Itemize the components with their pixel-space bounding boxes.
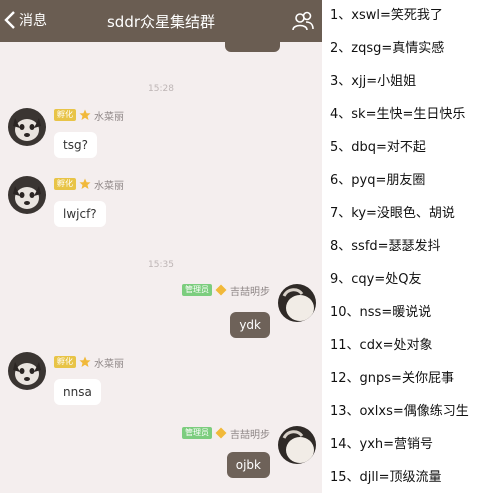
rank-badge: 孵化	[54, 109, 76, 121]
list-item: 1、xswl=笑死我了	[330, 8, 443, 23]
list-item: 5、dbq=对不起	[330, 140, 426, 155]
sender-name: 水菜丽	[94, 111, 124, 123]
star-icon	[79, 356, 91, 367]
list-item: 11、cdx=处对象	[330, 338, 433, 353]
sender-meta: 管理员 吉喆明步	[182, 283, 270, 298]
chat-title: sddr众星集结群	[106, 13, 216, 31]
list-item: 14、yxh=营销号	[330, 437, 434, 452]
sender-name: 水菜丽	[94, 180, 124, 192]
sender-meta: 孵化 水菜丽	[54, 108, 124, 123]
list-item: 6、pyq=朋友圈	[330, 173, 426, 188]
message-bubble[interactable]: ydk	[230, 312, 270, 338]
sender-name: 水菜丽	[94, 358, 124, 370]
avatar-dog[interactable]	[8, 176, 46, 214]
avatar-user[interactable]	[278, 426, 316, 464]
sender-meta: 管理员 吉喆明步	[182, 426, 270, 441]
sender-name: 吉喆明步	[230, 429, 270, 441]
list-item: 9、cqy=处Q友	[330, 272, 422, 287]
message-bubble[interactable]: lwjcf?	[54, 201, 106, 227]
list-item: 4、sk=生快=生日快乐	[330, 107, 466, 122]
star-icon	[79, 109, 91, 120]
sender-meta: 孵化 水菜丽	[54, 177, 124, 192]
diamond-icon	[215, 427, 227, 439]
sender-meta: 孵化 水菜丽	[54, 355, 124, 370]
rank-badge: 孵化	[54, 356, 76, 368]
timestamp: 15:28	[148, 84, 174, 94]
list-item: 15、djll=顶级流量	[330, 470, 442, 485]
message-bubble[interactable]: nnsa	[54, 379, 101, 405]
diamond-icon	[215, 284, 227, 296]
list-item: 3、xjj=小姐姐	[330, 74, 417, 89]
rank-badge: 孵化	[54, 178, 76, 190]
header-notch	[225, 42, 280, 52]
rank-badge: 管理员	[182, 284, 212, 296]
list-item: 7、ky=没眼色、胡说	[330, 206, 455, 221]
group-members-icon[interactable]	[292, 10, 314, 32]
list-item: 2、zqsg=真情实感	[330, 41, 445, 56]
message-bubble[interactable]: ojbk	[226, 452, 270, 478]
list-item: 8、ssfd=瑟瑟发抖	[330, 239, 441, 254]
message-bubble[interactable]: tsg?	[54, 132, 97, 158]
sender-name: 吉喆明步	[230, 286, 270, 298]
list-item: 10、nss=暖说说	[330, 305, 432, 320]
avatar-user[interactable]	[278, 284, 316, 322]
rank-badge: 管理员	[182, 427, 212, 439]
star-icon	[79, 178, 91, 189]
chat-header: 消息 sddr众星集结群	[0, 0, 322, 42]
list-item: 13、oxlxs=偶像练习生	[330, 404, 469, 419]
avatar-dog[interactable]	[8, 108, 46, 146]
list-item: 12、gnps=关你屁事	[330, 371, 454, 386]
timestamp: 15:35	[148, 260, 174, 270]
avatar-dog[interactable]	[8, 352, 46, 390]
chat-screen: 消息 sddr众星集结群 15:28 孵化 水菜丽 tsg? 孵化 水菜丽 lw…	[0, 0, 322, 493]
abbreviation-list: 1、xswl=笑死我了 2、zqsg=真情实感 3、xjj=小姐姐 4、sk=生…	[330, 0, 499, 493]
